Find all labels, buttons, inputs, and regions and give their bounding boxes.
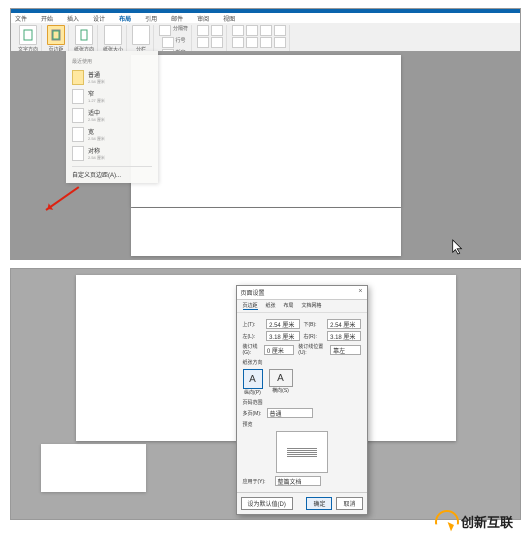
group-button[interactable]: [260, 37, 272, 48]
top-margin-label: 上(T):: [243, 321, 263, 328]
margin-preview-icon: [72, 108, 84, 123]
dialog-tab-margins[interactable]: 页边距: [243, 302, 258, 310]
margin-preview-icon: [72, 89, 84, 104]
line-numbers-button[interactable]: [162, 37, 174, 48]
ribbon-group-orientation: 纸张方向: [71, 25, 98, 53]
watermark-logo-icon: [435, 510, 457, 532]
margin-option-normal[interactable]: 普通2.54 厘米: [72, 68, 152, 87]
orientation-section-label: 纸张方向: [243, 359, 361, 366]
tab-file[interactable]: 文件: [15, 14, 27, 23]
tab-design[interactable]: 设计: [93, 14, 105, 23]
preview-section-label: 预览: [243, 421, 361, 428]
ribbon-group-size: 纸张大小: [100, 25, 127, 53]
preview-box: [276, 431, 328, 473]
margin-preview-icon: [72, 70, 84, 85]
bottom-margin-input[interactable]: 2.54 厘米: [327, 319, 360, 329]
dialog-tabs: 页边距 纸张 布局 文档网格: [237, 300, 367, 313]
ribbon-tabs: 文件 开始 插入 设计 布局 引用 邮件 审阅 视图: [11, 13, 520, 23]
orientation-landscape[interactable]: A横向(S): [269, 369, 293, 396]
document-page-2-s2[interactable]: [41, 444, 146, 492]
right-margin-label: 右(R):: [304, 333, 324, 340]
margin-option-mirrored[interactable]: 对称2.54 厘米: [72, 144, 152, 163]
right-margin-input[interactable]: 3.18 厘米: [327, 331, 360, 341]
bottom-margin-label: 下(B):: [304, 321, 324, 328]
cancel-button[interactable]: 取消: [336, 497, 362, 510]
multi-page-label: 多页(M):: [243, 410, 263, 417]
text-direction-button[interactable]: [19, 25, 37, 45]
breaks-button[interactable]: [159, 25, 171, 36]
set-default-button[interactable]: 设为默认值(D): [241, 497, 293, 510]
selection-pane-button[interactable]: [232, 37, 244, 48]
ribbon-group-margins: 页边距: [44, 25, 69, 53]
forward-button[interactable]: [260, 25, 272, 36]
margins-dropdown-menu: 最近使用 普通2.54 厘米 窄1.27 厘米 适中2.54 厘米 宽2.54 …: [66, 51, 158, 183]
page-setup-dialog: 页面设置 × 页边距 纸张 布局 文档网格 上(T): 2.54 厘米 下(B)…: [236, 285, 368, 515]
dialog-body: 上(T): 2.54 厘米 下(B): 2.54 厘米 左(L): 3.18 厘…: [237, 313, 367, 492]
ribbon-group-breaks: 分隔符 行号 断字: [156, 25, 192, 53]
margins-button[interactable]: [47, 25, 65, 45]
spacing-after-button[interactable]: [211, 37, 223, 48]
tab-view[interactable]: 视图: [223, 14, 235, 23]
margin-option-moderate[interactable]: 适中2.54 厘米: [72, 106, 152, 125]
dialog-title: 页面设置: [241, 288, 265, 297]
tab-home[interactable]: 开始: [41, 14, 53, 23]
gutter-label: 装订线(G):: [243, 343, 260, 356]
tab-insert[interactable]: 插入: [67, 14, 79, 23]
watermark: 创新互联: [435, 510, 513, 532]
close-button[interactable]: ×: [358, 288, 362, 297]
margin-option-narrow[interactable]: 窄1.27 厘米: [72, 87, 152, 106]
align-button[interactable]: [246, 37, 258, 48]
apply-to-label: 应用于(Y):: [243, 478, 271, 485]
dialog-tab-grid[interactable]: 文档网格: [302, 302, 322, 310]
document-page[interactable]: [131, 55, 401, 207]
tab-references[interactable]: 引用: [145, 14, 157, 23]
document-page-2[interactable]: [131, 208, 401, 256]
left-margin-input[interactable]: 3.18 厘米: [266, 331, 299, 341]
indent-right-button[interactable]: [211, 25, 223, 36]
multi-page-select[interactable]: 普通: [267, 408, 313, 418]
columns-button[interactable]: [132, 25, 150, 45]
tab-layout[interactable]: 布局: [119, 14, 131, 23]
ok-button[interactable]: 确定: [306, 497, 332, 510]
top-margin-input[interactable]: 2.54 厘米: [266, 319, 299, 329]
ribbon-group-arrange: [229, 25, 290, 53]
cursor-icon: [451, 238, 465, 256]
document-page-s2[interactable]: 页面设置 × 页边距 纸张 布局 文档网格 上(T): 2.54 厘米 下(B)…: [76, 275, 456, 441]
orientation-portrait[interactable]: A纵向(P): [243, 369, 263, 396]
wrap-button[interactable]: [246, 25, 258, 36]
backward-button[interactable]: [274, 25, 286, 36]
orientation-button[interactable]: [75, 25, 93, 45]
position-button[interactable]: [232, 25, 244, 36]
watermark-text: 创新互联: [461, 512, 513, 531]
apply-to-select[interactable]: 整篇文档: [275, 476, 321, 486]
paper-size-button[interactable]: [104, 25, 122, 45]
workspace-2: 页面设置 × 页边距 纸张 布局 文档网格 上(T): 2.54 厘米 下(B)…: [11, 269, 520, 519]
margin-option-custom[interactable]: 自定义页边距(A)...: [72, 166, 152, 179]
pages-section-label: 页码范围: [243, 399, 361, 406]
tab-review[interactable]: 审阅: [197, 14, 209, 23]
ribbon-group-columns: 分栏: [129, 25, 154, 53]
dialog-footer: 设为默认值(D) 确定 取消: [237, 492, 367, 514]
dialog-tab-layout[interactable]: 布局: [284, 302, 294, 310]
ribbon-group-text-dir: 文字方向: [15, 25, 42, 53]
gutter-pos-label: 装订线位置(U):: [298, 343, 326, 356]
menu-section-label: 最近使用: [72, 58, 152, 65]
dialog-tab-paper[interactable]: 纸张: [266, 302, 276, 310]
screenshot-2: 页面设置 × 页边距 纸张 布局 文档网格 上(T): 2.54 厘米 下(B)…: [10, 268, 521, 520]
ribbon-group-para: [194, 25, 227, 53]
rotate-button[interactable]: [274, 37, 286, 48]
margin-option-wide[interactable]: 宽2.54 厘米: [72, 125, 152, 144]
spacing-before-button[interactable]: [197, 37, 209, 48]
gutter-pos-select[interactable]: 靠左: [330, 345, 360, 355]
indent-left-button[interactable]: [197, 25, 209, 36]
left-margin-label: 左(L):: [243, 333, 263, 340]
margin-preview-icon: [72, 127, 84, 142]
margin-preview-icon: [72, 146, 84, 161]
screenshot-1: 文件 开始 插入 设计 布局 引用 邮件 审阅 视图 文字方向 页边距 纸张方向…: [10, 8, 521, 260]
gutter-input[interactable]: 0 厘米: [264, 345, 294, 355]
tab-mail[interactable]: 邮件: [171, 14, 183, 23]
dialog-title-bar: 页面设置 ×: [237, 286, 367, 300]
